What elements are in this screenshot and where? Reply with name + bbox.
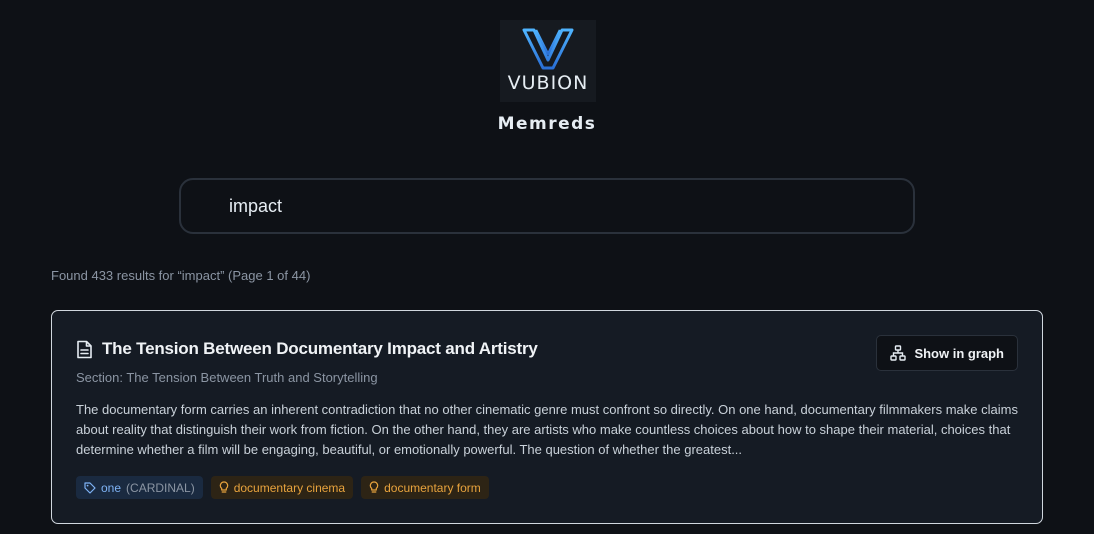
- search-page: VUBION Memreds Found 433 results for “im…: [0, 0, 1094, 534]
- concept-tag[interactable]: documentary cinema: [210, 476, 354, 499]
- concept-tag-label: documentary form: [384, 480, 481, 495]
- brand-logo: VUBION: [500, 20, 596, 102]
- vubion-v-icon: [522, 28, 574, 70]
- show-in-graph-button[interactable]: Show in graph: [876, 335, 1018, 371]
- app-name: Memreds: [497, 114, 597, 134]
- concept-tag-label: documentary cinema: [233, 480, 346, 495]
- search-box: [179, 178, 915, 234]
- results-summary: Found 433 results for “impact” (Page 1 o…: [51, 268, 311, 283]
- result-section: Section: The Tension Between Truth and S…: [76, 370, 378, 385]
- entity-tag-type: (CARDINAL): [126, 480, 195, 495]
- show-in-graph-label: Show in graph: [914, 345, 1004, 361]
- result-title-row: The Tension Between Documentary Impact a…: [76, 339, 538, 359]
- lightbulb-icon: [219, 481, 228, 493]
- result-tags: one (CARDINAL) documentary cinema docume…: [76, 476, 489, 499]
- document-icon: [77, 340, 92, 358]
- concept-tag[interactable]: documentary form: [361, 476, 489, 499]
- search-input[interactable]: [229, 180, 889, 232]
- graph-icon: [890, 345, 907, 361]
- result-excerpt: The documentary form carries an inherent…: [76, 402, 1018, 457]
- result-card[interactable]: The Tension Between Documentary Impact a…: [51, 310, 1043, 524]
- entity-tag[interactable]: one (CARDINAL): [76, 476, 203, 499]
- logo-text: VUBION: [507, 72, 589, 94]
- result-title[interactable]: The Tension Between Documentary Impact a…: [102, 339, 538, 359]
- tag-icon: [84, 481, 96, 494]
- lightbulb-icon: [369, 481, 379, 493]
- entity-tag-label: one: [101, 480, 122, 495]
